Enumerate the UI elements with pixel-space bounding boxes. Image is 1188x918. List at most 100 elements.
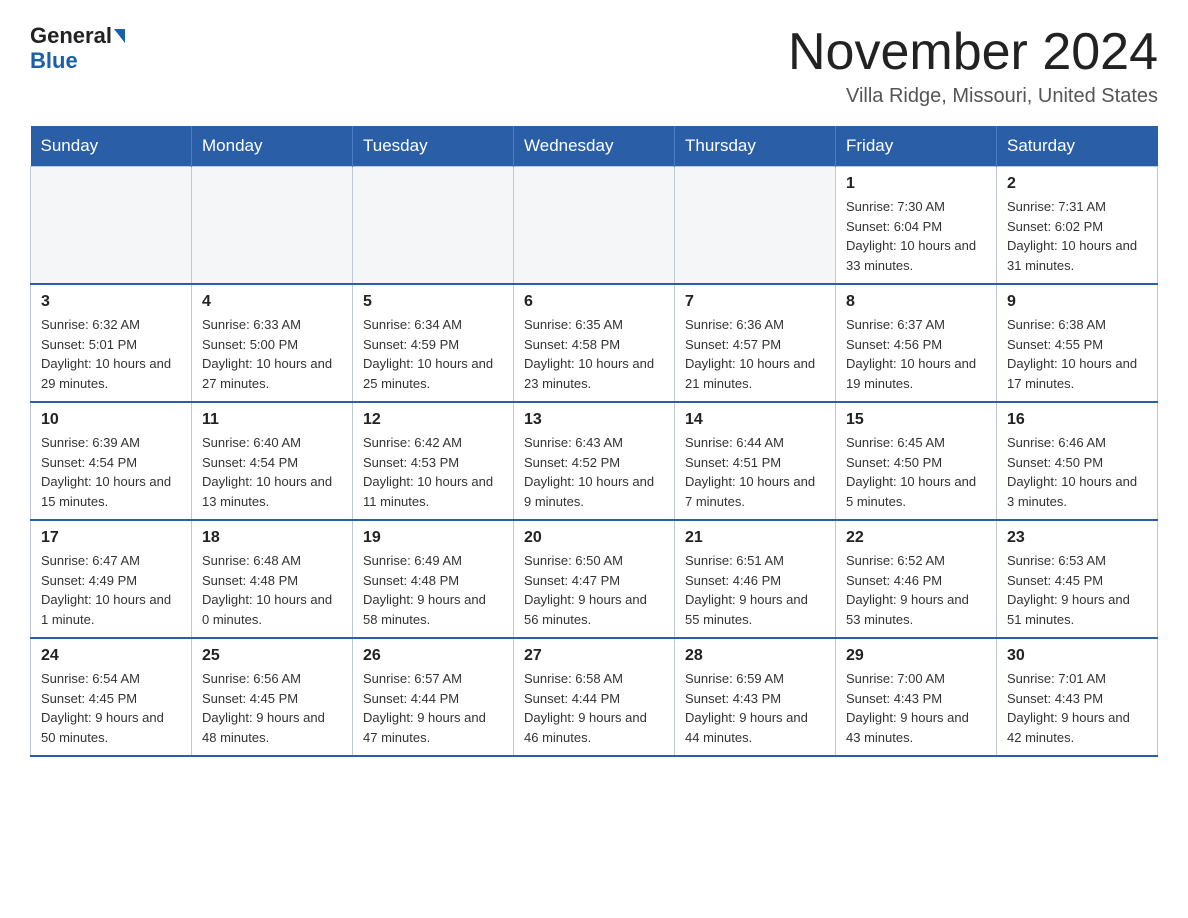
day-of-week-header: Tuesday [353,126,514,167]
calendar-cell: 3 Sunrise: 6:32 AM Sunset: 5:01 PM Daylig… [31,284,192,402]
calendar-cell: 14 Sunrise: 6:44 AM Sunset: 4:51 PM Dayli… [675,402,836,520]
day-info: Sunrise: 7:31 AM Sunset: 6:02 PM Dayligh… [1007,197,1147,275]
title-block: November 2024 Villa Ridge, Missouri, Uni… [788,24,1158,108]
calendar-cell: 10 Sunrise: 6:39 AM Sunset: 4:54 PM Dayli… [31,402,192,520]
calendar-week-row: 24Sunrise: 6:54 AM Sunset: 4:45 PM Dayli… [31,638,1158,756]
day-info: Sunrise: 6:49 AM Sunset: 4:48 PM Dayligh… [363,551,503,629]
calendar-cell: 21Sunrise: 6:51 AM Sunset: 4:46 PM Dayli… [675,520,836,638]
day-number: 20 [524,529,664,547]
day-info: Sunrise: 6:32 AM Sunset: 5:01 PM Dayligh… [41,315,181,393]
day-number: 6 [524,293,664,311]
day-number: 18 [202,529,342,547]
calendar-cell: 25Sunrise: 6:56 AM Sunset: 4:45 PM Dayli… [192,638,353,756]
day-number: 25 [202,647,342,665]
day-number: 2 [1007,175,1147,193]
calendar-cell: 16 Sunrise: 6:46 AM Sunset: 4:50 PM Dayli… [997,402,1158,520]
calendar-cell: 24Sunrise: 6:54 AM Sunset: 4:45 PM Dayli… [31,638,192,756]
day-of-week-header: Friday [836,126,997,167]
logo: General Blue [30,24,125,74]
day-info: Sunrise: 6:45 AM Sunset: 4:50 PM Dayligh… [846,433,986,511]
day-info: Sunrise: 6:57 AM Sunset: 4:44 PM Dayligh… [363,669,503,747]
day-info: Sunrise: 6:52 AM Sunset: 4:46 PM Dayligh… [846,551,986,629]
calendar-cell: 5 Sunrise: 6:34 AM Sunset: 4:59 PM Daylig… [353,284,514,402]
calendar-cell: 9Sunrise: 6:38 AM Sunset: 4:55 PM Daylig… [997,284,1158,402]
day-info: Sunrise: 6:42 AM Sunset: 4:53 PM Dayligh… [363,433,503,511]
calendar-cell: 22 Sunrise: 6:52 AM Sunset: 4:46 PM Dayli… [836,520,997,638]
calendar-cell: 18 Sunrise: 6:48 AM Sunset: 4:48 PM Dayli… [192,520,353,638]
day-number: 27 [524,647,664,665]
day-info: Sunrise: 7:01 AM Sunset: 4:43 PM Dayligh… [1007,669,1147,747]
day-number: 9 [1007,293,1147,311]
calendar-cell: 28Sunrise: 6:59 AM Sunset: 4:43 PM Dayli… [675,638,836,756]
day-number: 3 [41,293,181,311]
calendar-cell: 12 Sunrise: 6:42 AM Sunset: 4:53 PM Dayli… [353,402,514,520]
day-info: Sunrise: 6:35 AM Sunset: 4:58 PM Dayligh… [524,315,664,393]
day-of-week-header: Sunday [31,126,192,167]
day-number: 5 [363,293,503,311]
day-number: 30 [1007,647,1147,665]
day-number: 16 [1007,411,1147,429]
day-info: Sunrise: 6:40 AM Sunset: 4:54 PM Dayligh… [202,433,342,511]
day-of-week-header: Thursday [675,126,836,167]
calendar-cell [514,167,675,285]
day-of-week-header: Monday [192,126,353,167]
calendar-cell: 1Sunrise: 7:30 AM Sunset: 6:04 PM Daylig… [836,167,997,285]
day-number: 15 [846,411,986,429]
calendar-week-row: 17 Sunrise: 6:47 AM Sunset: 4:49 PM Dayli… [31,520,1158,638]
day-info: Sunrise: 6:58 AM Sunset: 4:44 PM Dayligh… [524,669,664,747]
day-number: 13 [524,411,664,429]
calendar-week-row: 10 Sunrise: 6:39 AM Sunset: 4:54 PM Dayli… [31,402,1158,520]
day-of-week-header: Wednesday [514,126,675,167]
day-info: Sunrise: 6:47 AM Sunset: 4:49 PM Dayligh… [41,551,181,629]
day-info: Sunrise: 6:37 AM Sunset: 4:56 PM Dayligh… [846,315,986,393]
day-number: 23 [1007,529,1147,547]
day-info: Sunrise: 6:34 AM Sunset: 4:59 PM Dayligh… [363,315,503,393]
day-number: 8 [846,293,986,311]
calendar-cell: 26Sunrise: 6:57 AM Sunset: 4:44 PM Dayli… [353,638,514,756]
calendar-cell: 30 Sunrise: 7:01 AM Sunset: 4:43 PM Dayli… [997,638,1158,756]
calendar-week-row: 3 Sunrise: 6:32 AM Sunset: 5:01 PM Daylig… [31,284,1158,402]
day-number: 21 [685,529,825,547]
calendar-cell: 7 Sunrise: 6:36 AM Sunset: 4:57 PM Daylig… [675,284,836,402]
day-number: 17 [41,529,181,547]
day-number: 7 [685,293,825,311]
day-number: 22 [846,529,986,547]
calendar-cell: 6 Sunrise: 6:35 AM Sunset: 4:58 PM Daylig… [514,284,675,402]
calendar-table: SundayMondayTuesdayWednesdayThursdayFrid… [30,126,1158,757]
calendar-cell [353,167,514,285]
page-header: General Blue November 2024 Villa Ridge, … [30,24,1158,108]
day-number: 24 [41,647,181,665]
day-info: Sunrise: 6:48 AM Sunset: 4:48 PM Dayligh… [202,551,342,629]
calendar-cell: 11Sunrise: 6:40 AM Sunset: 4:54 PM Dayli… [192,402,353,520]
calendar-week-row: 1Sunrise: 7:30 AM Sunset: 6:04 PM Daylig… [31,167,1158,285]
day-number: 29 [846,647,986,665]
day-info: Sunrise: 6:39 AM Sunset: 4:54 PM Dayligh… [41,433,181,511]
day-number: 10 [41,411,181,429]
day-number: 12 [363,411,503,429]
day-info: Sunrise: 6:43 AM Sunset: 4:52 PM Dayligh… [524,433,664,511]
day-info: Sunrise: 6:53 AM Sunset: 4:45 PM Dayligh… [1007,551,1147,629]
day-info: Sunrise: 6:44 AM Sunset: 4:51 PM Dayligh… [685,433,825,511]
calendar-cell: 17 Sunrise: 6:47 AM Sunset: 4:49 PM Dayli… [31,520,192,638]
logo-triangle-icon [114,29,125,43]
calendar-cell: 29Sunrise: 7:00 AM Sunset: 4:43 PM Dayli… [836,638,997,756]
calendar-cell: 19Sunrise: 6:49 AM Sunset: 4:48 PM Dayli… [353,520,514,638]
calendar-cell [675,167,836,285]
calendar-header-row: SundayMondayTuesdayWednesdayThursdayFrid… [31,126,1158,167]
day-info: Sunrise: 6:46 AM Sunset: 4:50 PM Dayligh… [1007,433,1147,511]
calendar-cell: 8 Sunrise: 6:37 AM Sunset: 4:56 PM Daylig… [836,284,997,402]
day-of-week-header: Saturday [997,126,1158,167]
calendar-cell: 4 Sunrise: 6:33 AM Sunset: 5:00 PM Daylig… [192,284,353,402]
day-number: 28 [685,647,825,665]
day-number: 4 [202,293,342,311]
calendar-cell: 20 Sunrise: 6:50 AM Sunset: 4:47 PM Dayli… [514,520,675,638]
calendar-cell: 23 Sunrise: 6:53 AM Sunset: 4:45 PM Dayli… [997,520,1158,638]
day-info: Sunrise: 6:50 AM Sunset: 4:47 PM Dayligh… [524,551,664,629]
day-info: Sunrise: 6:36 AM Sunset: 4:57 PM Dayligh… [685,315,825,393]
calendar-cell: 27 Sunrise: 6:58 AM Sunset: 4:44 PM Dayli… [514,638,675,756]
calendar-cell [192,167,353,285]
logo-blue: Blue [30,48,78,73]
day-number: 14 [685,411,825,429]
day-number: 1 [846,175,986,193]
day-info: Sunrise: 6:33 AM Sunset: 5:00 PM Dayligh… [202,315,342,393]
